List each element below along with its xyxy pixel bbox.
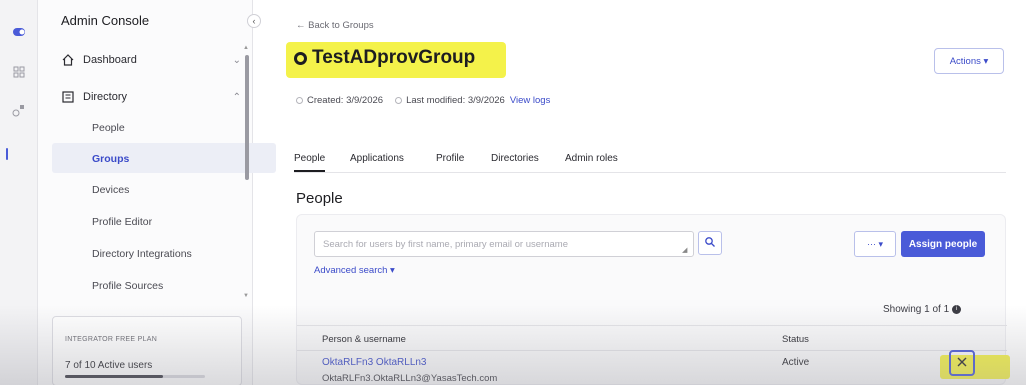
tab-applications[interactable]: Applications [350,153,404,170]
column-status: Status [782,334,809,345]
actions-button[interactable]: Actions ▾ [934,48,1004,74]
people-panel: ◢ Advanced search ▾ ··· ▾ Assign people … [296,214,1007,385]
back-to-groups-link[interactable]: ← Back to Groups [296,20,374,31]
group-icon [294,51,307,65]
clock-icon [395,97,403,104]
group-meta: Created: 3/9/2026 Last modified: 3/9/202… [296,95,550,106]
close-icon [957,357,967,366]
tab-directories[interactable]: Directories [491,153,539,170]
search-button[interactable] [698,231,722,255]
app-title: Admin Console [61,13,150,28]
more-options-button[interactable]: ··· ▾ [854,231,896,257]
plan-users-count: 7 of 10 Active users [65,360,153,371]
home-icon [62,54,74,66]
tab-profile[interactable]: Profile [436,153,464,170]
page-title: TestADprovGroup [294,47,475,69]
sidebar-item-dashboard[interactable]: Dashboard ⌄ [61,53,241,67]
sidebar-item-label: Directory [83,91,128,103]
sidebar-item-directory-integrations[interactable]: Directory Integrations [92,248,192,260]
view-logs-link[interactable]: View logs [510,95,551,106]
remove-person-button[interactable] [949,350,975,376]
calendar-icon [296,97,303,104]
chevron-up-icon: ⌃ [232,91,241,103]
plan-card: INTEGRATOR FREE PLAN 7 of 10 Active user… [52,316,242,385]
search-icon [705,236,715,247]
info-icon[interactable]: i [952,305,962,314]
sidebar-item-people[interactable]: People [92,122,125,134]
sidebar-item-groups[interactable]: Groups [92,153,129,165]
person-username: OktaRLFn3.OktaRLLn3@YasasTech.com [322,373,498,384]
results-count: Showing 1 of 1 i [883,304,962,315]
advanced-search-link[interactable]: Advanced search ▾ [314,265,395,276]
table-header: Person & username Status [297,325,1007,351]
directory-icon [62,91,74,103]
section-title: People [296,190,343,207]
sidebar-item-devices[interactable]: Devices [92,184,129,196]
main-content: ← Back to Groups TestADprovGroup Actions… [254,0,1026,385]
showing-text: Showing 1 of 1 [883,304,950,315]
sidebar-item-directory[interactable]: Directory ⌃ [61,90,241,104]
toggle-icon[interactable] [11,24,27,40]
scroll-down-arrow[interactable]: ▼ [243,293,249,299]
tab-people[interactable]: People [294,153,326,172]
tab-bar: People Applications Profile Directories … [294,153,1006,173]
rail-active-indicator [6,148,8,160]
status-badge: Active [782,357,810,368]
resize-handle-icon: ◢ [682,247,688,254]
created-date: Created: 3/9/2026 [307,95,384,106]
tab-admin-roles[interactable]: Admin roles [565,153,618,170]
modified-date: Last modified: 3/9/2026 [406,95,505,106]
apps-grid-icon[interactable] [11,64,27,80]
assign-people-button[interactable]: Assign people [901,231,985,257]
sidebar-item-profile-sources[interactable]: Profile Sources [92,280,163,292]
group-name: TestADprovGroup [312,47,476,68]
sidebar-scrollbar[interactable] [245,55,249,180]
integrations-icon[interactable] [11,102,27,118]
chevron-down-icon: ⌄ [232,54,241,66]
plan-usage-bar [65,375,205,378]
sidebar-item-label: Dashboard [83,54,137,66]
scroll-up-arrow[interactable]: ▲ [243,45,249,51]
selected-item-highlight [52,143,276,173]
plan-usage-fill [65,375,163,378]
column-person: Person & username [322,334,406,345]
collapse-sidebar-button[interactable]: ‹ [247,14,261,28]
search-input[interactable] [314,231,694,257]
plan-label: INTEGRATOR FREE PLAN [65,336,158,343]
person-name-link[interactable]: OktaRLFn3 OktaRLLn3 [322,357,427,368]
app-rail [0,0,38,385]
sidebar-item-profile-editor[interactable]: Profile Editor [92,216,152,228]
